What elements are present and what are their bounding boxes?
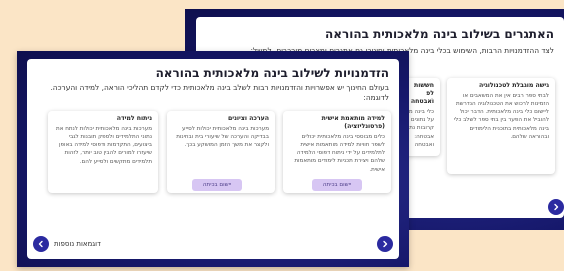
chevron-left-icon [38, 240, 43, 248]
card-text: לבתי ספר רבים אין את המשאבים או הזמינות … [453, 93, 549, 140]
card-title: ניתוח למידה [116, 115, 152, 122]
front-slide-panel: הזדמנויות לשילוב בינה מלאכותית בהוראה בע… [27, 59, 399, 259]
card-title: חששות לפ וֹאבטחה [410, 82, 434, 106]
front-slide: הזדמנויות לשילוב בינה מלאכותית בהוראה בע… [17, 51, 409, 267]
more-examples-link[interactable]: דוגמאות נוספות [54, 240, 101, 248]
card-title: למידה מותאמת אישית (פרסונליזציה) [321, 115, 385, 131]
card-title: גישה מוגבלת לטכנולוגיה [478, 82, 549, 89]
chevron-right-icon [554, 203, 559, 211]
front-slide-subtitle: בעולם החינוך יש אפשרויות והזדמנויות רבות… [50, 83, 389, 102]
chevron-right-icon [383, 240, 388, 248]
front-slide-title: הזדמנויות לשילוב בינה מלאכותית בהוראה [155, 66, 389, 80]
card-learning-analytics: ניתוח למידה מערכות בינה מלאכותית יכולות … [48, 111, 158, 193]
classroom-application-button[interactable]: יישום בכיתה [192, 179, 242, 191]
front-next-button[interactable] [377, 236, 393, 252]
card-text: כלי בינה מ על נתונים קרובות נתו אבטחה: ו… [407, 109, 434, 148]
card-text: כלים מבוססי בינה מלאכותית יכולים לשפר חו… [294, 134, 385, 173]
more-examples-button[interactable] [33, 236, 49, 252]
back-next-button[interactable] [548, 199, 564, 215]
classroom-application-button[interactable]: יישום בכיתה [312, 179, 362, 191]
card-title: הערכה וציונים [227, 115, 269, 122]
card-text: מערכות בינה מלאכותית יכולות לסייע בבדיקה… [176, 126, 269, 149]
back-slide-title: האתגרים בשילוב בינה מלאכותית בהוראה [325, 27, 554, 41]
card-limited-access: גישה מוגבלת לטכנולוגיה לבתי ספר רבים אין… [447, 78, 555, 174]
card-text: מערכות בינה מלאכותית יכולות לנתח את נתונ… [56, 126, 152, 165]
